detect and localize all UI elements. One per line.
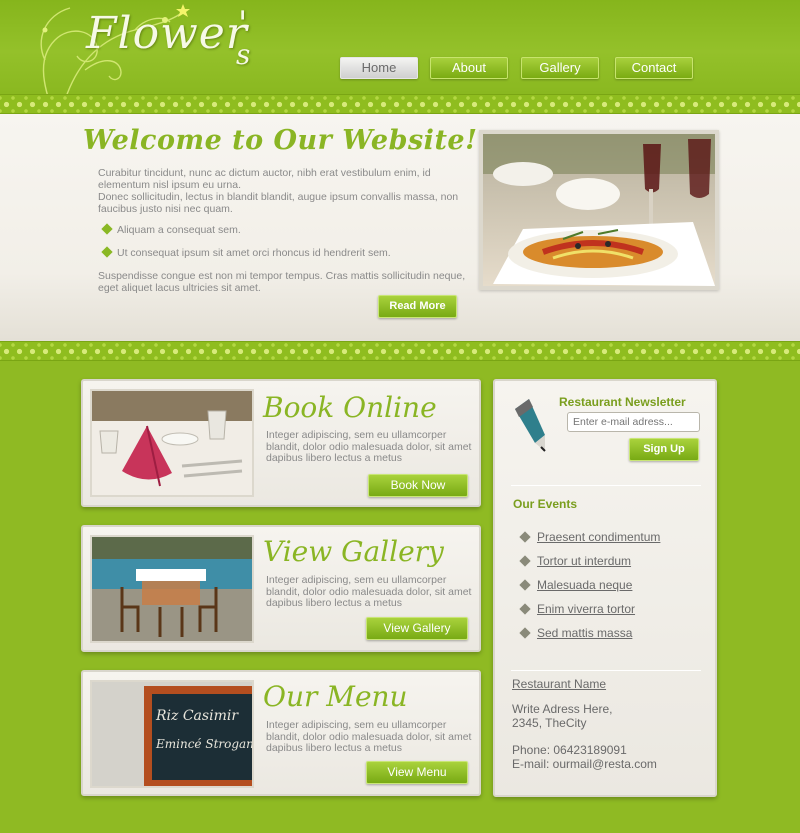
- read-more-button[interactable]: Read More: [378, 295, 457, 318]
- card-text: Integer adipiscing, sem eu ullamcorper b…: [266, 574, 472, 609]
- sign-up-button[interactable]: Sign Up: [629, 438, 699, 461]
- header: Flower ' s Home About Gallery Contact: [0, 0, 800, 119]
- bullet-item-label: Aliquam a consequat sem.: [117, 224, 241, 236]
- bullet-item-1: Aliquam a consequat sem.: [101, 223, 241, 237]
- event-label: Sed mattis massa: [537, 626, 633, 640]
- email-text: E-mail: ourmail@resta.com: [512, 757, 657, 771]
- book-online-card: Book Online Integer adipiscing, sem eu u…: [81, 379, 481, 507]
- newsletter-title: Restaurant Newsletter: [559, 395, 686, 409]
- diamond-bullet-icon: [519, 627, 531, 639]
- event-link-4[interactable]: Enim viverra tortor: [519, 602, 636, 616]
- card-photo: [90, 389, 254, 497]
- view-gallery-card: View Gallery Integer adipiscing, sem eu …: [81, 525, 481, 652]
- nav-home[interactable]: Home: [340, 57, 418, 79]
- event-link-2[interactable]: Tortor ut interdum: [519, 554, 632, 568]
- main-nav: Home About Gallery Contact: [0, 57, 800, 79]
- menu-line-1: Riz Casimir: [155, 708, 239, 724]
- menu-chalkboard-image: Riz Casimir Emincé Stroganoff: [92, 682, 272, 786]
- welcome-title: Welcome to Our Website!: [83, 125, 478, 156]
- event-link-3[interactable]: Malesuada neque: [519, 578, 633, 592]
- card-photo: Riz Casimir Emincé Stroganoff: [90, 680, 272, 788]
- logo-text: Flower: [86, 8, 248, 59]
- seaside-table-image: [92, 537, 252, 641]
- card-text: Integer adipiscing, sem eu ullamcorper b…: [266, 719, 472, 754]
- view-gallery-button[interactable]: View Gallery: [366, 617, 468, 640]
- diamond-bullet-icon: [519, 531, 531, 543]
- event-label: Enim viverra tortor: [537, 602, 636, 616]
- welcome-photo: [479, 130, 719, 290]
- address-line-1: Write Adress Here,: [512, 702, 613, 716]
- events-title: Our Events: [513, 497, 578, 511]
- nav-gallery[interactable]: Gallery: [521, 57, 599, 79]
- divider: [511, 485, 701, 486]
- card-title: Book Online: [263, 391, 437, 424]
- nav-about[interactable]: About: [430, 57, 508, 79]
- bullet-item-2: Ut consequat ipsum sit amet orci rhoncus…: [101, 246, 391, 260]
- event-label: Malesuada neque: [537, 578, 633, 592]
- floral-border-top: [0, 94, 800, 114]
- card-title: Our Menu: [263, 680, 408, 713]
- restaurant-name-link[interactable]: Restaurant Name: [512, 677, 606, 691]
- diamond-bullet-icon: [519, 579, 531, 591]
- newsletter-email-input[interactable]: [567, 412, 700, 432]
- event-link-1[interactable]: Praesent condimentum: [519, 530, 661, 544]
- card-photo: [90, 535, 254, 643]
- welcome-paragraph-1: Curabitur tincidunt, nunc ac dictum auct…: [98, 167, 431, 191]
- card-title: View Gallery: [263, 535, 444, 568]
- view-menu-button[interactable]: View Menu: [366, 761, 468, 784]
- event-label: Tortor ut interdum: [537, 554, 632, 568]
- divider: [511, 670, 701, 671]
- event-label: Praesent condimentum: [537, 530, 661, 544]
- logo[interactable]: Flower ' s: [86, 4, 250, 71]
- diamond-bullet-icon: [101, 246, 113, 258]
- nav-contact[interactable]: Contact: [615, 57, 693, 79]
- address-line-2: 2345, TheCity: [512, 716, 587, 730]
- floral-border-bottom: [0, 341, 800, 361]
- phone-text: Phone: 06423189091: [512, 743, 627, 757]
- pen-icon: [515, 399, 546, 452]
- book-now-button[interactable]: Book Now: [368, 474, 468, 497]
- event-link-5[interactable]: Sed mattis massa: [519, 626, 633, 640]
- plated-dish-image: [483, 134, 715, 286]
- welcome-paragraph-3: Suspendisse congue est non mi tempor tem…: [98, 270, 466, 294]
- card-text: Integer adipiscing, sem eu ullamcorper b…: [266, 429, 472, 464]
- bullet-item-label: Ut consequat ipsum sit amet orci rhoncus…: [117, 247, 391, 259]
- diamond-bullet-icon: [519, 555, 531, 567]
- diamond-bullet-icon: [519, 603, 531, 615]
- welcome-paragraph-2: Donec sollicitudin, lectus in blandit bl…: [98, 191, 459, 215]
- sidebar: Restaurant Newsletter Sign Up Our Events…: [493, 379, 717, 797]
- diamond-bullet-icon: [101, 223, 113, 235]
- our-menu-card: Riz Casimir Emincé Stroganoff Our Menu I…: [81, 670, 481, 796]
- table-setting-image: [92, 391, 252, 495]
- menu-line-2: Emincé Stroganoff: [155, 737, 252, 751]
